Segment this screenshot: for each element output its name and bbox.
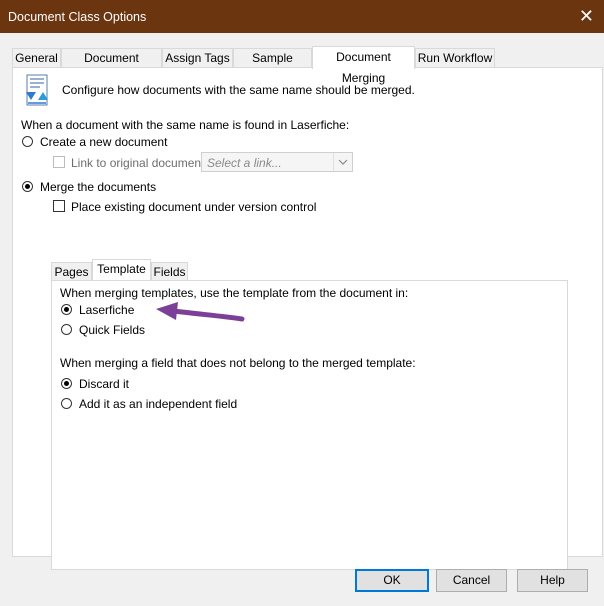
merge-documents-radio[interactable] [22,181,33,192]
link-original-label: Link to original document [71,156,205,170]
link-select-placeholder: Select a link... [207,156,282,170]
close-icon[interactable]: ✕ [579,6,594,26]
purple-arrow-annotation [156,302,245,322]
merge-documents-label[interactable]: Merge the documents [40,180,156,194]
discard-field-radio[interactable] [61,378,72,389]
document-merging-panel: Configure how documents with the same na… [12,67,603,570]
add-independent-field-label[interactable]: Add it as an independent field [79,397,237,411]
help-button[interactable]: Help [517,569,588,592]
add-independent-field-radio[interactable] [61,398,72,409]
tab-document-merging[interactable]: Document Merging [312,46,415,85]
create-new-document-label[interactable]: Create a new document [40,135,167,149]
template-prompt: When merging templates, use the template… [60,286,409,300]
version-control-checkbox[interactable] [53,200,65,212]
same-name-prompt: When a document with the same name is fo… [21,118,350,132]
discard-field-label[interactable]: Discard it [79,377,129,391]
template-panel: When merging templates, use the template… [51,280,568,570]
inner-tab-fields[interactable]: Fields [151,262,188,280]
tab-document-storage[interactable]: Document Storage [61,48,162,84]
quick-fields-radio[interactable] [61,324,72,335]
laserfiche-radio[interactable] [61,304,72,315]
field-merge-prompt: When merging a field that does not belon… [60,356,416,370]
chevron-down-icon [333,153,352,171]
ok-button[interactable]: OK [355,569,429,592]
quick-fields-label[interactable]: Quick Fields [79,323,145,337]
title-bar: Document Class Options ✕ [0,0,604,33]
inner-tab-pages[interactable]: Pages [51,262,92,280]
inner-tab-template[interactable]: Template [92,259,151,280]
laserfiche-label[interactable]: Laserfiche [79,303,134,317]
tab-assign-tags[interactable]: Assign Tags [162,48,233,67]
tab-run-workflow[interactable]: Run Workflow [415,48,495,67]
tab-general[interactable]: General [12,48,61,67]
document-merge-icon [25,74,51,108]
link-original-checkbox[interactable] [53,156,65,168]
dialog-body: General Document Storage Assign Tags Sam… [0,33,604,606]
link-select-dropdown[interactable]: Select a link... [201,152,353,172]
cancel-button[interactable]: Cancel [436,569,507,592]
version-control-label[interactable]: Place existing document under version co… [71,200,316,214]
create-new-document-radio[interactable] [22,136,33,147]
tab-sample-pages[interactable]: Sample Pages [233,48,312,84]
window-title: Document Class Options [8,10,147,24]
